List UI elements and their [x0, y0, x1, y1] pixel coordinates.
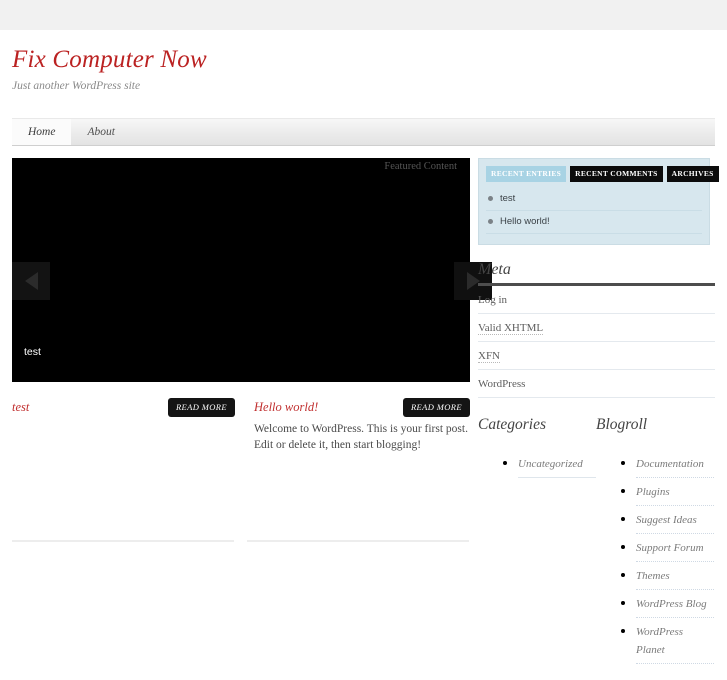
meta-link-valid-xhtml[interactable]: Valid XHTML — [478, 322, 544, 335]
list-item[interactable]: Themes — [636, 562, 714, 590]
widget-title-categories: Categories — [478, 416, 547, 433]
meta-widget: Meta Log in Valid XHTML XFN WordPress — [478, 261, 715, 398]
categories-list: Uncategorized — [478, 450, 596, 478]
tab-recent-entries[interactable]: RECENT ENTRIES — [486, 166, 567, 182]
list-item[interactable]: Documentation — [636, 450, 714, 478]
meta-link-login[interactable]: Log in — [478, 294, 507, 306]
meta-link-xfn[interactable]: XFN — [478, 350, 501, 363]
site-header: Fix Computer Now Just another WordPress … — [12, 46, 712, 92]
bullet-icon — [488, 196, 493, 201]
recent-entry-link[interactable]: test — [500, 193, 515, 204]
page-container: Fix Computer Now Just another WordPress … — [0, 30, 727, 664]
arrow-left-icon[interactable] — [12, 262, 50, 300]
meta-link-wordpress[interactable]: WordPress — [478, 378, 525, 390]
list-item[interactable]: test — [486, 188, 702, 211]
blogroll-link-wordpress-planet[interactable]: WordPress Planet — [636, 626, 683, 656]
blogroll-link-support-forum[interactable]: Support Forum — [636, 542, 704, 554]
blogroll-widget: Blogroll Documentation Plugins Suggest I… — [596, 416, 714, 680]
post-item: READ MORE test — [12, 398, 241, 454]
sidebar-two-column-area: Categories Uncategorized Blogroll Docume… — [478, 416, 715, 680]
list-item[interactable]: Log in — [478, 286, 715, 314]
nav-item-home[interactable]: Home — [12, 119, 72, 145]
divider-right — [247, 540, 469, 542]
tab-archives[interactable]: ARCHIVES — [666, 166, 719, 182]
post-excerpt: Welcome to WordPress. This is your first… — [254, 423, 468, 452]
widget-tab-list: RECENT ENTRIES RECENT COMMENTS ARCHIVES — [486, 166, 719, 182]
list-item[interactable]: WordPress Blog — [636, 590, 714, 618]
featured-content-label: Featured Content — [384, 161, 457, 172]
widget-title-blogroll: Blogroll — [596, 416, 648, 433]
categories-widget: Categories Uncategorized — [478, 416, 596, 680]
recent-entry-link[interactable]: Hello world! — [500, 216, 550, 227]
blogroll-link-documentation[interactable]: Documentation — [636, 458, 704, 470]
meta-list: Log in Valid XHTML XFN WordPress — [478, 286, 715, 398]
recent-entries-list: test Hello world! — [486, 188, 702, 234]
list-item[interactable]: WordPress — [478, 370, 715, 398]
post-list: READ MORE test READ MORE Hello world! We… — [12, 398, 470, 454]
nav-item-about[interactable]: About — [71, 119, 130, 145]
slide-caption[interactable]: test — [24, 346, 41, 358]
read-more-button[interactable]: READ MORE — [402, 398, 470, 417]
blogroll-list: Documentation Plugins Suggest Ideas Supp… — [596, 450, 714, 664]
featured-slider: Featured Content test — [12, 158, 492, 382]
main-content-column: Featured Content test READ MORE test REA… — [12, 158, 492, 454]
top-background-band — [0, 0, 727, 30]
widget-title-meta: Meta — [478, 261, 511, 278]
nav-list: Home About — [12, 119, 715, 145]
sidebar: RECENT ENTRIES RECENT COMMENTS ARCHIVES … — [478, 158, 719, 680]
list-item[interactable]: Hello world! — [486, 211, 702, 234]
nav-link-home[interactable]: Home — [12, 119, 72, 145]
bullet-icon — [488, 219, 493, 224]
category-link-uncategorized[interactable]: Uncategorized — [518, 458, 583, 470]
post-section-dividers — [12, 540, 470, 542]
site-title[interactable]: Fix Computer Now — [12, 46, 712, 74]
nav-link-about[interactable]: About — [71, 119, 130, 145]
blogroll-link-themes[interactable]: Themes — [636, 570, 670, 582]
list-item[interactable]: Support Forum — [636, 534, 714, 562]
tab-recent-comments[interactable]: RECENT COMMENTS — [570, 166, 663, 182]
site-tagline: Just another WordPress site — [12, 79, 141, 92]
arrow-left-glyph — [24, 272, 38, 290]
list-item[interactable]: Suggest Ideas — [636, 506, 714, 534]
read-more-button[interactable]: READ MORE — [167, 398, 235, 417]
list-item[interactable]: Valid XHTML — [478, 314, 715, 342]
tabbed-entries-widget: RECENT ENTRIES RECENT COMMENTS ARCHIVES … — [478, 158, 719, 245]
blogroll-link-plugins[interactable]: Plugins — [636, 486, 670, 498]
list-item[interactable]: Plugins — [636, 478, 714, 506]
primary-navigation: Home About — [12, 118, 715, 146]
blogroll-link-wordpress-blog[interactable]: WordPress Blog — [636, 598, 707, 610]
list-item[interactable]: XFN — [478, 342, 715, 370]
list-item[interactable]: WordPress Planet — [636, 618, 714, 664]
divider-left — [12, 540, 234, 542]
list-item[interactable]: Uncategorized — [518, 450, 596, 478]
post-item: READ MORE Hello world! Welcome to WordPr… — [241, 398, 470, 454]
blogroll-link-suggest-ideas[interactable]: Suggest Ideas — [636, 514, 697, 526]
